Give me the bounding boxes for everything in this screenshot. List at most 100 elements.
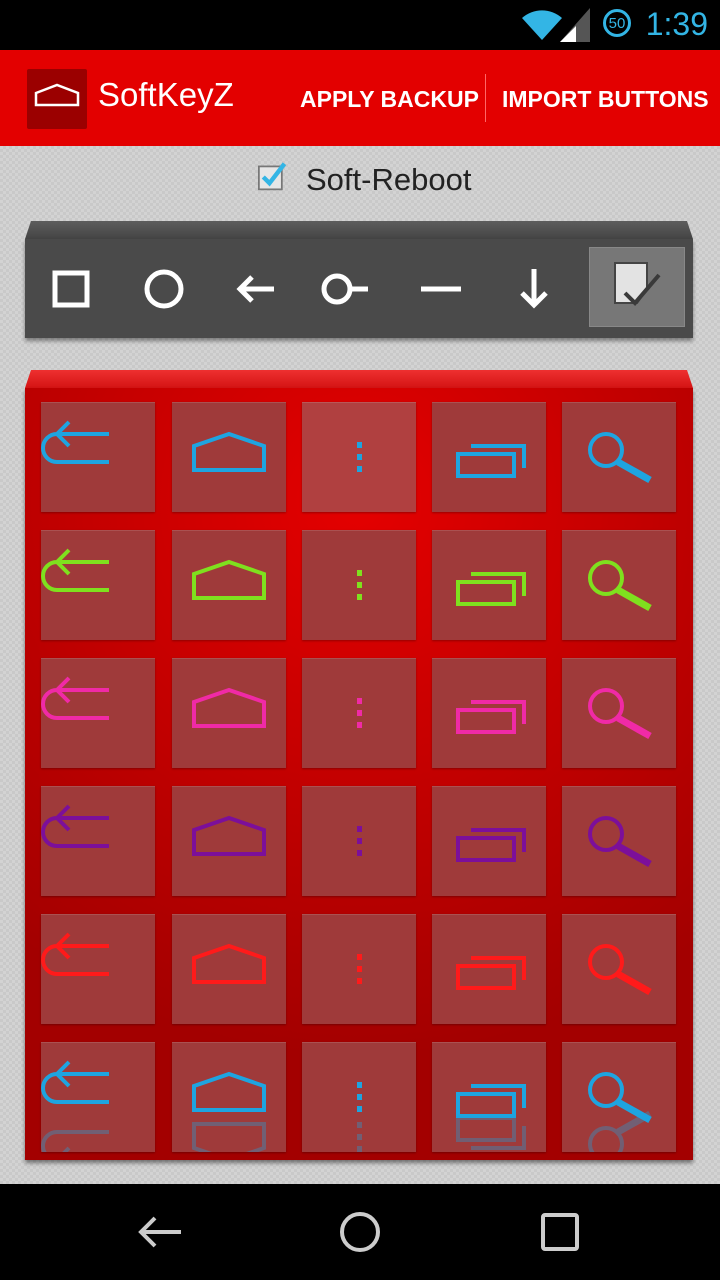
search-icon bbox=[588, 432, 652, 484]
import-buttons-button[interactable]: IMPORT BUTTONS bbox=[502, 86, 709, 113]
button-style-5-search[interactable] bbox=[562, 914, 676, 1024]
back-icon bbox=[41, 548, 109, 592]
button-style-2-home[interactable] bbox=[172, 530, 286, 640]
menu-icon bbox=[357, 826, 362, 856]
circle-button[interactable] bbox=[129, 239, 199, 338]
preview-toolbar bbox=[25, 221, 693, 338]
home-icon bbox=[192, 687, 266, 728]
search-icon bbox=[588, 944, 652, 996]
arrow-left-icon bbox=[236, 274, 274, 303]
square-button[interactable] bbox=[36, 239, 106, 338]
apply-toolbar-button[interactable] bbox=[589, 247, 685, 327]
search-icon bbox=[588, 688, 652, 740]
home-icon bbox=[192, 559, 266, 600]
button-style-4-search[interactable] bbox=[562, 786, 676, 896]
button-style-6-back[interactable] bbox=[41, 1042, 155, 1152]
menu-icon bbox=[357, 698, 362, 728]
button-style-1-recents[interactable] bbox=[432, 402, 546, 512]
circle-line-icon bbox=[321, 273, 368, 304]
search-icon bbox=[588, 560, 652, 612]
arrow-down-button[interactable] bbox=[499, 239, 569, 338]
nav-recents-button[interactable] bbox=[520, 1204, 600, 1260]
checked-document-icon bbox=[614, 262, 661, 306]
back-icon bbox=[41, 676, 109, 720]
battery-indicator: 50 bbox=[603, 9, 631, 37]
home-icon bbox=[340, 1212, 380, 1252]
button-style-4-home[interactable] bbox=[172, 786, 286, 896]
home-icon bbox=[34, 83, 80, 107]
button-style-5-back[interactable] bbox=[41, 914, 155, 1024]
button-style-5-recents[interactable] bbox=[432, 914, 546, 1024]
button-style-6-menu[interactable] bbox=[302, 1042, 416, 1152]
menu-icon bbox=[357, 442, 362, 472]
back-icon bbox=[41, 420, 109, 464]
grid-bevel bbox=[25, 370, 693, 388]
app-icon[interactable] bbox=[27, 69, 87, 129]
circle-icon bbox=[144, 269, 184, 308]
button-style-3-home[interactable] bbox=[172, 658, 286, 768]
search-icon bbox=[588, 1072, 652, 1152]
checkbox-checked-icon[interactable] bbox=[258, 162, 288, 192]
search-icon bbox=[588, 816, 652, 868]
menu-icon bbox=[357, 570, 362, 600]
button-style-1-menu[interactable] bbox=[302, 402, 416, 512]
button-style-4-back[interactable] bbox=[41, 786, 155, 896]
home-icon bbox=[192, 815, 266, 856]
button-style-grid bbox=[25, 370, 693, 1160]
recents-icon bbox=[456, 956, 526, 990]
button-style-3-menu[interactable] bbox=[302, 658, 416, 768]
home-icon bbox=[192, 1071, 266, 1152]
button-style-3-search[interactable] bbox=[562, 658, 676, 768]
status-bar: 50 1:39 bbox=[0, 0, 720, 50]
recents-icon bbox=[456, 444, 526, 478]
button-style-6-home[interactable] bbox=[172, 1042, 286, 1152]
back-icon bbox=[138, 1216, 181, 1248]
back-icon bbox=[41, 932, 109, 976]
back-icon bbox=[41, 1060, 109, 1152]
menu-icon bbox=[357, 1082, 362, 1152]
button-style-1-search[interactable] bbox=[562, 402, 676, 512]
nav-back-button[interactable] bbox=[120, 1204, 200, 1260]
apply-backup-button[interactable]: APPLY BACKUP bbox=[300, 86, 479, 113]
clock: 1:39 bbox=[645, 6, 708, 42]
button-style-2-recents[interactable] bbox=[432, 530, 546, 640]
recents-icon bbox=[541, 1213, 579, 1251]
content-area: Soft-Reboot bbox=[0, 146, 720, 1184]
wifi-icon bbox=[522, 10, 562, 40]
app-title: SoftKeyZ bbox=[98, 76, 234, 113]
arrow-left-button[interactable] bbox=[221, 239, 291, 338]
arrow-down-icon bbox=[520, 268, 548, 309]
navigation-bar bbox=[0, 1184, 720, 1280]
button-style-6-recents[interactable] bbox=[432, 1042, 546, 1152]
button-style-3-recents[interactable] bbox=[432, 658, 546, 768]
toolbar-bevel bbox=[25, 221, 693, 239]
action-bar: SoftKeyZ APPLY BACKUP IMPORT BUTTONS bbox=[0, 50, 720, 146]
button-style-4-recents[interactable] bbox=[432, 786, 546, 896]
menu-icon bbox=[357, 954, 362, 984]
button-style-5-menu[interactable] bbox=[302, 914, 416, 1024]
recents-icon bbox=[456, 1084, 526, 1150]
button-style-6-search[interactable] bbox=[562, 1042, 676, 1152]
circle-line-button[interactable] bbox=[310, 239, 380, 338]
soft-reboot-label: Soft-Reboot bbox=[306, 162, 472, 197]
square-icon bbox=[52, 270, 90, 307]
minus-button[interactable] bbox=[406, 239, 476, 338]
recents-icon bbox=[456, 700, 526, 734]
button-style-1-home[interactable] bbox=[172, 402, 286, 512]
signal-icon bbox=[560, 8, 590, 42]
nav-home-button[interactable] bbox=[320, 1204, 400, 1260]
button-style-2-menu[interactable] bbox=[302, 530, 416, 640]
button-style-5-home[interactable] bbox=[172, 914, 286, 1024]
button-style-2-back[interactable] bbox=[41, 530, 155, 640]
action-divider bbox=[485, 74, 486, 122]
home-icon bbox=[192, 431, 266, 472]
button-style-4-menu[interactable] bbox=[302, 786, 416, 896]
recents-icon bbox=[456, 572, 526, 606]
minus-icon bbox=[421, 286, 461, 291]
recents-icon bbox=[456, 828, 526, 862]
back-icon bbox=[41, 804, 109, 848]
home-icon bbox=[192, 943, 266, 984]
button-style-1-back[interactable] bbox=[41, 402, 155, 512]
button-style-2-search[interactable] bbox=[562, 530, 676, 640]
button-style-3-back[interactable] bbox=[41, 658, 155, 768]
